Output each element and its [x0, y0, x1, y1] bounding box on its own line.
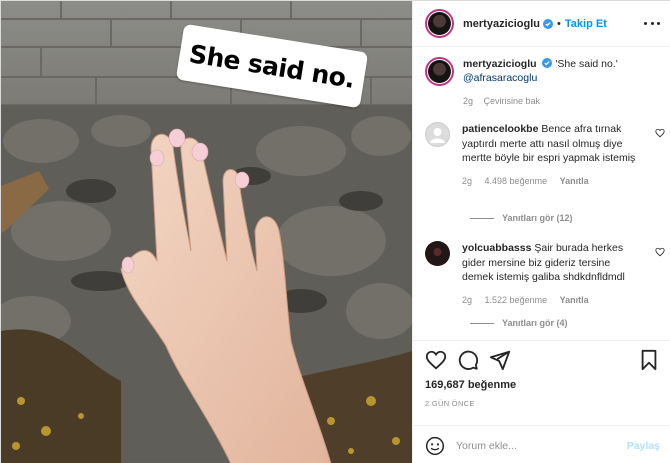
- post-comment-button[interactable]: Paylaş: [627, 440, 660, 452]
- view-replies-link[interactable]: Yanıtları gör (4): [470, 318, 568, 328]
- comment-likes[interactable]: 1.522 beğenme: [485, 295, 548, 305]
- post-dialog: She said no. mertyazicioglu • Takip Et m…: [0, 0, 670, 463]
- likes-count[interactable]: 169,687 beğenme: [425, 379, 516, 391]
- comment-heart-icon[interactable]: [655, 247, 665, 257]
- post-time[interactable]: 2 GÜN ÖNCE: [425, 399, 475, 408]
- view-replies-text: Yanıtları gör (12): [502, 213, 573, 223]
- comment-username[interactable]: yolcuabbasss: [462, 242, 531, 254]
- comment-icon[interactable]: [457, 349, 479, 371]
- verified-icon: [543, 18, 554, 29]
- comment-likes[interactable]: 4.498 beğenme: [485, 176, 548, 186]
- caption-avatar[interactable]: [425, 57, 454, 86]
- reply-button[interactable]: Yanıtla: [560, 295, 589, 305]
- add-comment-bar: Yorum ekle... Paylaş: [413, 425, 670, 463]
- bookmark-icon[interactable]: [638, 349, 660, 371]
- view-replies-text: Yanıtları gör (4): [502, 318, 568, 328]
- share-icon[interactable]: [489, 349, 511, 371]
- post-header: mertyazicioglu • Takip Et: [413, 1, 670, 47]
- post-side-panel: mertyazicioglu • Takip Et mertyazicioglu…: [412, 1, 670, 463]
- caption-username[interactable]: mertyazicioglu: [463, 58, 537, 70]
- separator-dot: •: [557, 17, 561, 30]
- comment-avatar[interactable]: [425, 241, 450, 266]
- default-avatar-icon: [430, 128, 445, 143]
- comment-age: 2g: [462, 175, 473, 186]
- follow-button[interactable]: Takip Et: [565, 18, 607, 30]
- caption-mention[interactable]: @afrasaracoglu: [463, 72, 537, 84]
- comment-heart-icon[interactable]: [655, 128, 665, 138]
- comment-input[interactable]: Yorum ekle...: [456, 440, 627, 452]
- comment-username[interactable]: patiencelookbe: [462, 123, 538, 135]
- comment-item: patiencelookbe Bence afra tırnak yaptırd…: [425, 122, 665, 188]
- view-replies-link[interactable]: Yanıtları gör (12): [470, 213, 573, 223]
- avatar[interactable]: [425, 9, 454, 38]
- heart-icon[interactable]: [425, 349, 447, 371]
- avatar-image: [425, 241, 450, 266]
- comment-age: 2g: [462, 294, 473, 305]
- post-photo[interactable]: She said no.: [1, 1, 412, 463]
- comment-item: yolcuabbasss Şair burada herkes gider me…: [425, 241, 665, 307]
- more-icon[interactable]: [644, 16, 660, 30]
- caption-text: 'She said no.': [555, 58, 618, 70]
- post-actions: 169,687 beğenme 2 GÜN ÖNCE Yorum ekle...…: [413, 340, 670, 463]
- translate-link[interactable]: Çevirisine bak: [484, 96, 541, 106]
- author-username[interactable]: mertyazicioglu: [463, 18, 540, 30]
- caption-age: 2g: [463, 96, 474, 106]
- verified-icon: [542, 58, 553, 68]
- comment-avatar[interactable]: [425, 122, 450, 147]
- emoji-icon[interactable]: [425, 436, 445, 456]
- reply-button[interactable]: Yanıtla: [560, 176, 589, 186]
- post-caption: mertyazicioglu 'She said no.' @afrasarac…: [425, 57, 665, 108]
